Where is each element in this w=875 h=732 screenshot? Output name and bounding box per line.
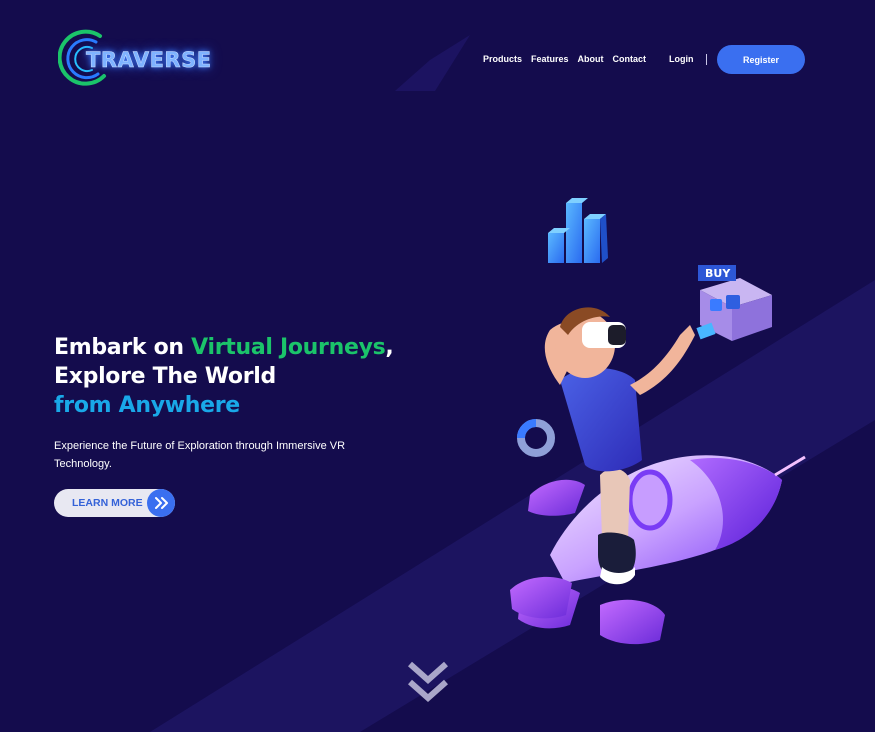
nav-item-about[interactable]: About bbox=[578, 54, 604, 64]
login-link[interactable]: Login bbox=[669, 54, 694, 64]
learn-more-button[interactable]: LEARN MORE bbox=[54, 489, 175, 517]
brand-name: TRAVERSE bbox=[86, 48, 212, 73]
nav-item-products[interactable]: Products bbox=[483, 54, 522, 64]
nav-item-contact[interactable]: Contact bbox=[613, 54, 647, 64]
hero-title-line-1: Embark on Virtual Journeys, bbox=[54, 333, 394, 362]
register-button[interactable]: Register bbox=[717, 45, 805, 74]
double-chevron-down-icon[interactable] bbox=[406, 660, 450, 706]
bar-chart-icon bbox=[548, 198, 608, 263]
hero-title-prefix: Embark on bbox=[54, 335, 192, 360]
nav-divider bbox=[706, 54, 707, 65]
donut-chart-icon bbox=[517, 419, 555, 457]
main-nav: Products Features About Contact bbox=[483, 54, 646, 64]
hero-title-line-3: from Anywhere bbox=[54, 393, 240, 418]
hero-title-comma: , bbox=[385, 335, 394, 360]
hero-title: Embark on Virtual Journeys, Explore The … bbox=[54, 333, 394, 420]
hero-title-line-2: Explore The World bbox=[54, 364, 276, 389]
brand-logo[interactable]: TRAVERSE bbox=[58, 28, 248, 90]
hero-title-highlight: Virtual Journeys bbox=[191, 335, 386, 360]
learn-more-label: LEARN MORE bbox=[72, 497, 143, 509]
hero-subtitle: Experience the Future of Exploration thr… bbox=[54, 440, 346, 470]
buy-sign-text: BUY bbox=[705, 267, 731, 280]
vr-rocket-illustration: BUY bbox=[510, 198, 806, 645]
double-chevron-right-icon bbox=[147, 489, 175, 517]
nav-item-features[interactable]: Features bbox=[531, 54, 569, 64]
landing-page: TRAVERSE Products Features About Contact… bbox=[0, 0, 875, 732]
shopping-box-icon: BUY bbox=[696, 265, 772, 341]
